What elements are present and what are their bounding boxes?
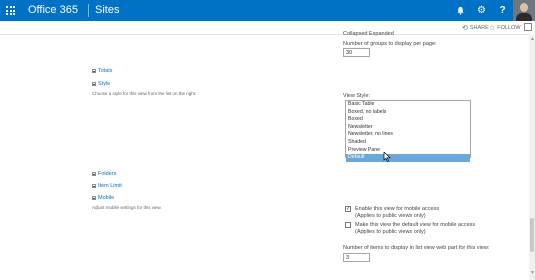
items-display-input[interactable]: 3 <box>343 253 370 262</box>
share-button[interactable]: ⟲ SHARE <box>462 24 489 32</box>
brand-separator <box>88 4 89 17</box>
default-mobile-label: Make this view the default view for mobi… <box>355 222 476 228</box>
section-totals[interactable]: Totals <box>92 68 112 74</box>
section-folders-label: Folders <box>98 171 117 177</box>
follow-star-icon: ☆ <box>489 25 496 32</box>
view-style-option[interactable]: Basic Table <box>346 101 470 109</box>
groups-per-page-label: Number of groups to display per page: <box>343 41 437 47</box>
section-style[interactable]: Style <box>92 81 110 87</box>
enable-mobile-checkbox[interactable]: ✓ <box>345 206 351 212</box>
expand-icon <box>92 172 96 176</box>
mobile-description: Adjust mobile settings for this view. <box>92 205 162 210</box>
default-mobile-checkbox[interactable] <box>345 222 351 228</box>
scroll-up-icon[interactable]: ▲ <box>530 36 535 42</box>
sites-link[interactable]: Sites <box>95 4 119 16</box>
view-style-option[interactable]: Newsletter <box>346 124 470 132</box>
view-style-option[interactable]: Preview Pane <box>346 147 470 155</box>
view-style-label: View Style: <box>343 93 371 99</box>
section-folders[interactable]: Folders <box>92 171 116 177</box>
expand-icon <box>92 184 96 188</box>
default-mobile-note: (Applies to public views only) <box>355 229 426 235</box>
view-style-option[interactable]: Boxed, no labels <box>346 109 470 117</box>
share-icon: ⟲ <box>462 25 468 32</box>
header-divider <box>0 34 530 35</box>
section-style-label: Style <box>98 81 111 87</box>
view-style-option-selected[interactable]: Default <box>346 154 470 162</box>
collapse-icon <box>92 196 96 200</box>
suite-bar: Office 365 Sites ⚙ ? <box>0 0 535 21</box>
follow-label: FOLLOW <box>497 25 521 31</box>
groups-per-page-input[interactable]: 30 <box>343 48 370 57</box>
style-description: Choose a style for this view from the li… <box>92 91 197 96</box>
expand-icon <box>92 69 96 73</box>
section-item-limit-label: Item Limit <box>98 183 122 189</box>
view-style-listbox[interactable]: Basic Table Boxed, no labels Boxed Newsl… <box>345 100 471 162</box>
enable-mobile-note: (Applies to public views only) <box>355 213 426 219</box>
collapse-icon <box>92 82 96 86</box>
enable-mobile-label: Enable this view for mobile access <box>355 206 440 212</box>
section-mobile-label: Mobile <box>98 195 115 201</box>
avatar[interactable] <box>513 0 535 21</box>
items-display-label: Number of items to display in list view … <box>343 245 490 251</box>
view-style-option[interactable]: Newsletter, no lines <box>346 131 470 139</box>
scrollbar-thumb[interactable] <box>530 218 534 252</box>
waffle-icon[interactable] <box>0 0 21 21</box>
scroll-down-icon[interactable]: ▼ <box>530 270 535 276</box>
view-style-option[interactable]: Shaded <box>346 139 470 147</box>
cursor-icon <box>383 152 391 162</box>
view-style-option[interactable]: Boxed <box>346 116 470 124</box>
help-icon[interactable]: ? <box>492 0 513 21</box>
gear-icon[interactable]: ⚙ <box>471 0 492 21</box>
share-label: SHARE <box>469 25 489 31</box>
section-mobile[interactable]: Mobile <box>92 195 114 201</box>
collapsed-expanded-partial: Collapsed Expanded <box>343 31 394 37</box>
section-totals-label: Totals <box>98 68 113 74</box>
fullscreen-icon[interactable] <box>524 23 532 31</box>
section-item-limit[interactable]: Item Limit <box>92 183 122 189</box>
follow-button[interactable]: ☆ FOLLOW <box>489 24 521 32</box>
bell-icon[interactable] <box>450 0 471 21</box>
brand-link[interactable]: Office 365 <box>28 4 78 16</box>
